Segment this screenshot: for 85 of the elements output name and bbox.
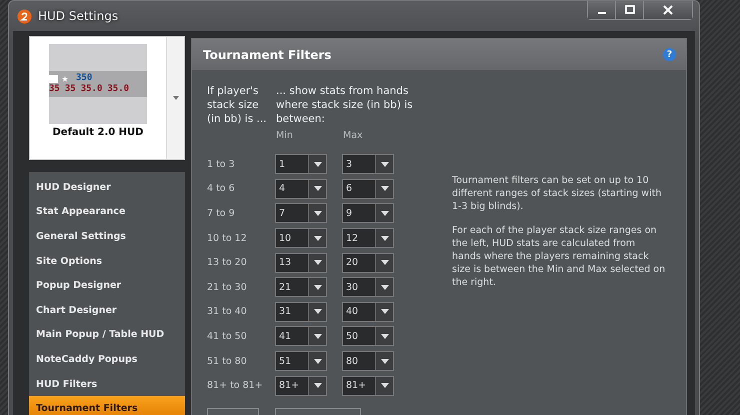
sidebar-item[interactable]: Popup Designer	[29, 273, 185, 298]
caret-icon	[314, 210, 322, 216]
max-dropdown[interactable]: 50	[342, 326, 394, 346]
range-label: 41 to 50	[207, 330, 248, 342]
column-label: Max	[343, 130, 364, 143]
max-dropdown[interactable]: 6	[342, 178, 394, 199]
caret-icon	[380, 162, 388, 167]
caret-icon	[314, 383, 322, 388]
window-title: HUD Settings	[38, 9, 118, 23]
caret-icon	[380, 186, 388, 192]
caret-icon	[314, 309, 322, 314]
caret-icon	[380, 309, 388, 314]
caret-icon	[314, 334, 322, 339]
range-label: 4 to 6	[207, 183, 236, 194]
help-paragraph: Tournament filters can be set on up to 10 different ranges of stack sizes (starting with 1-3 big blinds).	[452, 174, 662, 213]
sidebar-item[interactable]: Main Popup / Table HUD	[29, 322, 185, 348]
caret-icon	[380, 284, 388, 290]
range-label: 21 to 30	[207, 282, 248, 293]
range-label: 31 to 40	[207, 306, 248, 318]
max-dropdown[interactable]: 80	[342, 351, 394, 372]
sidebar-item[interactable]: Stat Appearance	[29, 200, 185, 224]
min-dropdown[interactable]: 13	[275, 252, 327, 273]
caret-icon	[314, 186, 322, 192]
min-dropdown[interactable]: 4	[275, 178, 327, 199]
max-dropdown[interactable]: 9	[342, 203, 394, 224]
help-icon[interactable]: ?	[663, 48, 676, 61]
min-dropdown[interactable]: 81+	[275, 376, 327, 396]
column-label: Min	[276, 130, 294, 143]
min-dropdown[interactable]: 7	[275, 203, 327, 224]
minimize-button[interactable]	[588, 1, 616, 19]
close-icon	[662, 4, 674, 16]
panel-title: Tournament Filters	[203, 48, 332, 62]
help-paragraph: For each of the player stack size ranges on the left, HUD stats are calculated from hands where the players remaining stack size is between the Min and Max selected on the right.	[452, 224, 666, 289]
caret-icon	[314, 236, 322, 241]
maximize-button[interactable]	[616, 1, 644, 19]
max-dropdown[interactable]: 81+	[342, 376, 394, 396]
range-label: 7 to 9	[207, 208, 236, 219]
sidebar-item[interactable]: Tournament Filters	[29, 396, 185, 415]
max-dropdown[interactable]: 30	[342, 277, 394, 298]
min-dropdown[interactable]: 31	[275, 302, 327, 322]
range-label: 51 to 80	[207, 356, 248, 367]
app-logo-icon	[17, 8, 32, 24]
min-dropdown[interactable]: 10	[275, 228, 327, 248]
caret-icon	[314, 284, 322, 290]
column-heading: If player's stack size (in bb) is ...	[207, 84, 268, 126]
maximize-icon	[624, 4, 636, 16]
min-dropdown[interactable]: 21	[275, 277, 327, 298]
hud-name: Default 2.0 HUD	[52, 127, 144, 138]
stat-value: 35.0	[80, 84, 102, 95]
caret-icon	[172, 96, 178, 100]
sidebar-item[interactable]: Chart Designer	[29, 298, 185, 323]
stat-value: 35	[64, 84, 76, 95]
stat-value: 35.0	[107, 84, 130, 95]
min-dropdown[interactable]: 51	[275, 351, 327, 372]
range-label: 81+ to 81+	[207, 380, 264, 392]
min-dropdown[interactable]: 41	[275, 326, 327, 346]
star-icon	[62, 76, 68, 82]
caret-icon	[380, 334, 388, 339]
sidebar-item[interactable]: General Settings	[29, 224, 185, 249]
caret-icon	[380, 236, 388, 241]
caret-icon	[314, 358, 322, 364]
max-dropdown[interactable]: 3	[342, 154, 394, 174]
range-label: 10 to 12	[207, 232, 248, 244]
range-label: 13 to 20	[207, 257, 248, 268]
caret-icon	[380, 383, 388, 388]
caret-icon	[314, 162, 322, 167]
sidebar-item[interactable]: Site Options	[29, 248, 185, 274]
stat-value: 35	[49, 84, 60, 95]
sidebar-item[interactable]: HUD Designer	[29, 175, 185, 200]
stat-value: 350	[76, 73, 92, 84]
min-dropdown[interactable]: 1	[275, 154, 327, 174]
column-heading: ... show stats from hands where stack size (in bb) is between:	[276, 84, 414, 126]
caret-icon	[380, 210, 388, 216]
range-label: 1 to 3	[207, 158, 236, 170]
sidebar-item[interactable]: NoteCaddy Popups	[29, 347, 185, 372]
caret-icon	[314, 260, 322, 266]
max-dropdown[interactable]: 40	[342, 302, 394, 322]
max-dropdown[interactable]: 12	[342, 228, 394, 248]
hud-selector[interactable]: 350 35 35 35.0 35.0 Default 2.0 HUD	[29, 36, 185, 160]
minimize-icon	[598, 12, 606, 14]
close-button[interactable]	[644, 1, 692, 19]
max-dropdown[interactable]: 20	[342, 252, 394, 273]
caret-icon	[380, 358, 388, 364]
sidebar-item[interactable]: HUD Filters	[29, 372, 185, 396]
caret-icon	[380, 260, 388, 266]
